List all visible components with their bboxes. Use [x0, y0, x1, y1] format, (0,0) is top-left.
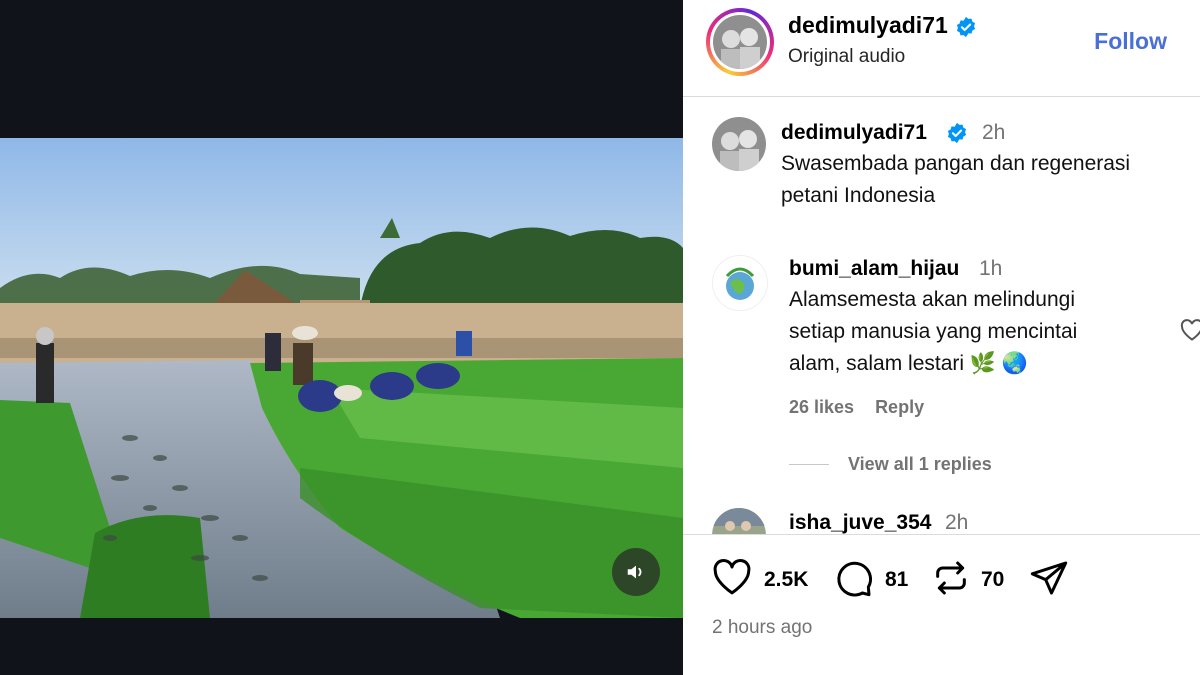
verified-badge-icon: [956, 16, 976, 38]
follow-button[interactable]: Follow: [1094, 28, 1167, 55]
rice-field-video-still: [0, 138, 683, 618]
heart-icon[interactable]: [712, 558, 752, 596]
video-frame[interactable]: [0, 138, 683, 618]
avatar-photo: [712, 508, 766, 534]
caption-username[interactable]: dedimulyadi71: [781, 121, 927, 145]
mute-toggle-button[interactable]: [612, 548, 660, 596]
reply-button[interactable]: Reply: [875, 397, 924, 417]
comment-username[interactable]: isha_juve_354: [789, 511, 931, 534]
comment-avatar[interactable]: [712, 255, 768, 311]
comment-meta: 26 likes Reply: [789, 397, 924, 418]
replies-divider: [789, 464, 829, 465]
comment-count[interactable]: 81: [885, 568, 908, 592]
audio-label[interactable]: Original audio: [788, 46, 905, 68]
comment-avatar[interactable]: [712, 508, 766, 534]
caption-avatar[interactable]: [712, 117, 766, 171]
caption-time[interactable]: 2h: [982, 121, 1005, 145]
comment-time[interactable]: 2h: [945, 511, 968, 534]
comment-username[interactable]: bumi_alam_hijau: [789, 257, 959, 281]
comments-list[interactable]: dedimulyadi71 2h Swasembada pangan dan r…: [683, 97, 1200, 534]
comment-text: Alamsemesta akan melindungi setiap manus…: [789, 288, 1078, 375]
post-timestamp[interactable]: 2 hours ago: [712, 617, 812, 639]
globe-logo: [713, 256, 767, 310]
comment-likes[interactable]: 26 likes: [789, 397, 854, 417]
video-player[interactable]: [0, 0, 683, 675]
post-panel: dedimulyadi71 Original audio Follow dedi…: [683, 0, 1200, 675]
action-bar: 2.5K 81 70 2 hours ago: [683, 534, 1200, 675]
avatar-photo: [713, 15, 767, 69]
author-avatar[interactable]: [706, 8, 774, 76]
repost-icon[interactable]: [931, 558, 971, 598]
like-count[interactable]: 2.5K: [764, 568, 808, 592]
verified-badge-icon: [947, 122, 967, 144]
caption-text: Swasembada pangan dan regenerasi petani …: [781, 152, 1131, 207]
share-icon[interactable]: [1029, 558, 1069, 598]
view-replies-button[interactable]: View all 1 replies: [848, 454, 992, 475]
comment-like-heart-icon[interactable]: [1180, 319, 1200, 341]
comment-icon[interactable]: [834, 558, 874, 598]
repost-count[interactable]: 70: [981, 568, 1004, 592]
comment-time[interactable]: 1h: [979, 257, 1002, 281]
speaker-icon: [627, 565, 642, 579]
post-header: dedimulyadi71 Original audio Follow: [683, 0, 1200, 97]
avatar-photo: [712, 117, 766, 171]
author-username[interactable]: dedimulyadi71: [788, 12, 948, 39]
